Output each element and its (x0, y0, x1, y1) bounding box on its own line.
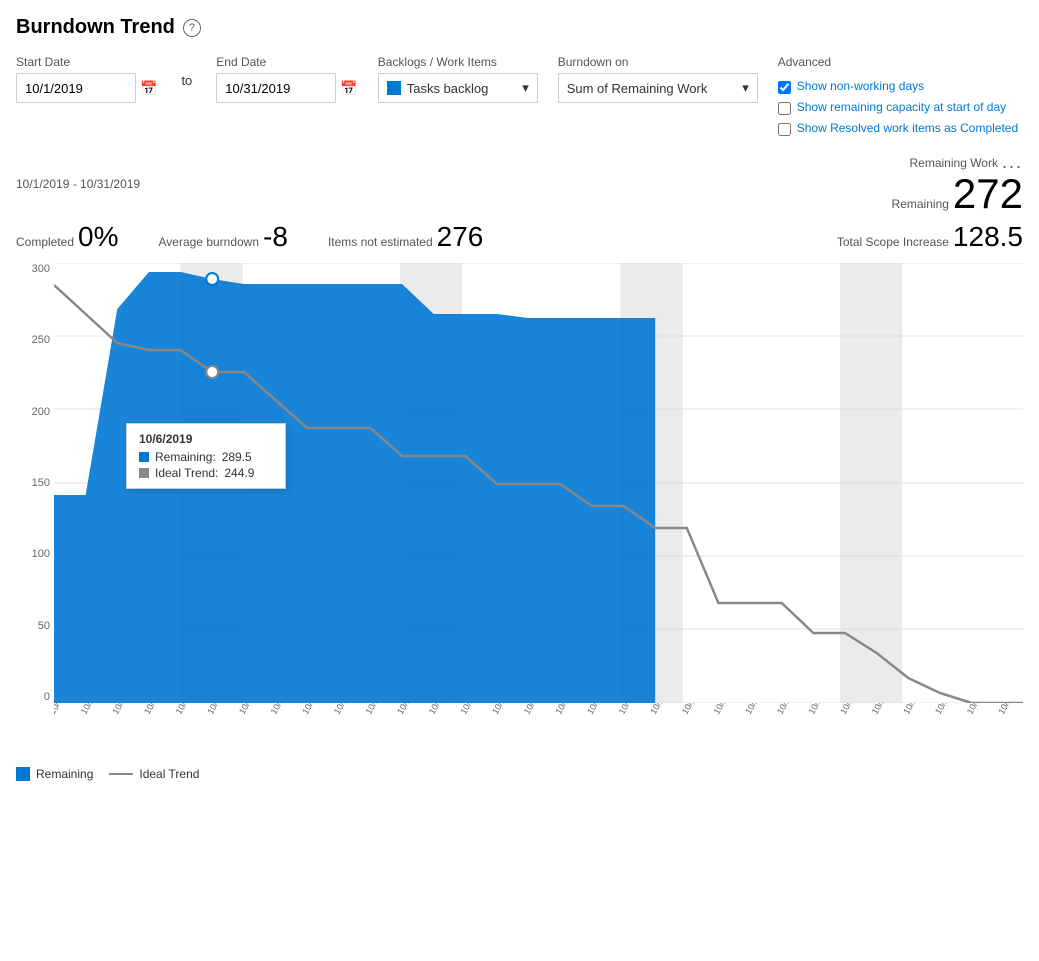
burndown-dropdown[interactable]: Sum of Remaining Work ▾ (558, 73, 758, 103)
svg-text:10/7/2019: 10/7/2019 (237, 703, 265, 716)
date-range-text: 10/1/2019 - 10/31/2019 (16, 177, 140, 191)
backlog-caret-icon: ▾ (522, 80, 529, 96)
x-axis: 10/1/2019 10/2/2019 10/3/2019 10/4/2019 … (54, 703, 1023, 763)
completed-value: 0% (78, 221, 118, 253)
date-range-bar: 10/1/2019 - 10/31/2019 Remaining Work ..… (16, 152, 1023, 215)
svg-text:10/8/2019: 10/8/2019 (269, 703, 297, 716)
remaining-work-label: Remaining Work (910, 156, 998, 170)
end-date-input[interactable] (216, 73, 336, 103)
y-label-300: 300 (32, 263, 50, 275)
tooltip-remaining-icon (139, 452, 149, 462)
svg-text:10/14/2019: 10/14/2019 (458, 703, 489, 716)
legend-ideal-label: Ideal Trend (139, 767, 199, 781)
svg-text:10/10/2019: 10/10/2019 (332, 703, 363, 716)
items-not-estimated-label: Items not estimated (328, 235, 433, 249)
tooltip-ideal-icon (139, 468, 149, 478)
svg-text:10/29/2019: 10/29/2019 (933, 703, 964, 716)
svg-text:10/20/2019: 10/20/2019 (648, 703, 679, 716)
chart-legend: Remaining Ideal Trend (16, 767, 1023, 781)
legend-remaining-icon (16, 767, 30, 781)
show-remaining-capacity-label: Show remaining capacity at start of day (797, 100, 1006, 114)
tooltip-remaining-value: 289.5 (222, 450, 252, 464)
total-scope-label: Total Scope Increase (837, 235, 949, 249)
backlog-dropdown[interactable]: Tasks backlog ▾ (378, 73, 538, 103)
calendar-icon-end[interactable]: 📅 (340, 80, 357, 97)
to-label: to (177, 73, 196, 88)
tooltip: 10/6/2019 Remaining: 289.5 Ideal Trend: … (126, 423, 286, 489)
tooltip-ideal-value: 244.9 (224, 466, 254, 480)
tooltip-ideal-label: Ideal Trend: (155, 466, 218, 480)
svg-text:10/24/2019: 10/24/2019 (775, 703, 806, 716)
backlog-color-icon (387, 81, 401, 95)
svg-text:10/18/2019: 10/18/2019 (585, 703, 616, 716)
avg-burndown-label: Average burndown (159, 235, 260, 249)
legend-remaining-label: Remaining (36, 767, 93, 781)
start-date-label: Start Date (16, 55, 157, 69)
svg-text:10/6/2019: 10/6/2019 (205, 703, 233, 716)
svg-text:10/17/2019: 10/17/2019 (553, 703, 584, 716)
show-nonworking-label: Show non-working days (797, 79, 924, 93)
chart-container: 300 250 200 150 100 50 0 (16, 263, 1023, 763)
tooltip-remaining-label: Remaining: (155, 450, 216, 464)
y-label-100: 100 (32, 548, 50, 560)
svg-text:10/1/2019: 10/1/2019 (54, 703, 76, 716)
backlog-label: Backlogs / Work Items (378, 55, 538, 69)
svg-text:10/4/2019: 10/4/2019 (142, 703, 170, 716)
svg-text:10/9/2019: 10/9/2019 (300, 703, 328, 716)
burndown-on-label: Burndown on (558, 55, 758, 69)
svg-text:10/3/2019: 10/3/2019 (110, 703, 138, 716)
svg-text:10/30/2019: 10/30/2019 (965, 703, 996, 716)
svg-text:10/15/2019: 10/15/2019 (490, 703, 521, 716)
svg-text:10/19/2019: 10/19/2019 (617, 703, 648, 716)
items-not-estimated-value: 276 (437, 221, 484, 253)
svg-text:10/21/2019: 10/21/2019 (680, 703, 711, 716)
y-axis: 300 250 200 150 100 50 0 (16, 263, 54, 703)
svg-text:10/12/2019: 10/12/2019 (395, 703, 426, 716)
y-label-250: 250 (32, 334, 50, 346)
page-title: Burndown Trend (16, 16, 175, 39)
y-label-150: 150 (32, 477, 50, 489)
svg-text:10/11/2019: 10/11/2019 (364, 703, 395, 716)
show-resolved-label: Show Resolved work items as Completed (797, 121, 1018, 135)
svg-text:10/2/2019: 10/2/2019 (79, 703, 107, 716)
remaining-sub-label: Remaining (892, 197, 949, 211)
burndown-value: Sum of Remaining Work (567, 81, 708, 96)
completed-label: Completed (16, 235, 74, 249)
backlog-value: Tasks backlog (407, 81, 489, 96)
svg-text:10/25/2019: 10/25/2019 (806, 703, 837, 716)
y-label-50: 50 (38, 620, 50, 632)
advanced-label: Advanced (778, 55, 1018, 69)
avg-burndown-value: -8 (263, 221, 288, 253)
svg-text:10/16/2019: 10/16/2019 (522, 703, 553, 716)
burndown-caret-icon: ▾ (742, 80, 749, 96)
calendar-icon-start[interactable]: 📅 (140, 80, 157, 97)
tooltip-date: 10/6/2019 (139, 432, 273, 446)
legend-ideal-icon (109, 773, 133, 775)
svg-text:10/26/2019: 10/26/2019 (838, 703, 869, 716)
svg-text:10/22/2019: 10/22/2019 (712, 703, 743, 716)
end-date-label: End Date (216, 55, 357, 69)
y-label-200: 200 (32, 406, 50, 418)
start-date-input[interactable] (16, 73, 136, 103)
show-remaining-capacity-checkbox[interactable] (778, 102, 791, 115)
show-resolved-checkbox[interactable] (778, 123, 791, 136)
svg-text:10/23/2019: 10/23/2019 (743, 703, 774, 716)
remaining-value: 272 (953, 173, 1023, 215)
show-nonworking-checkbox[interactable] (778, 81, 791, 94)
total-scope-value: 128.5 (953, 221, 1023, 253)
svg-text:10/31/2019: 10/31/2019 (996, 703, 1023, 716)
help-icon[interactable]: ? (183, 19, 201, 37)
svg-text:10/28/2019: 10/28/2019 (901, 703, 932, 716)
y-label-0: 0 (44, 691, 50, 703)
svg-text:10/27/2019: 10/27/2019 (870, 703, 901, 716)
svg-text:10/5/2019: 10/5/2019 (174, 703, 202, 716)
svg-text:10/13/2019: 10/13/2019 (427, 703, 458, 716)
